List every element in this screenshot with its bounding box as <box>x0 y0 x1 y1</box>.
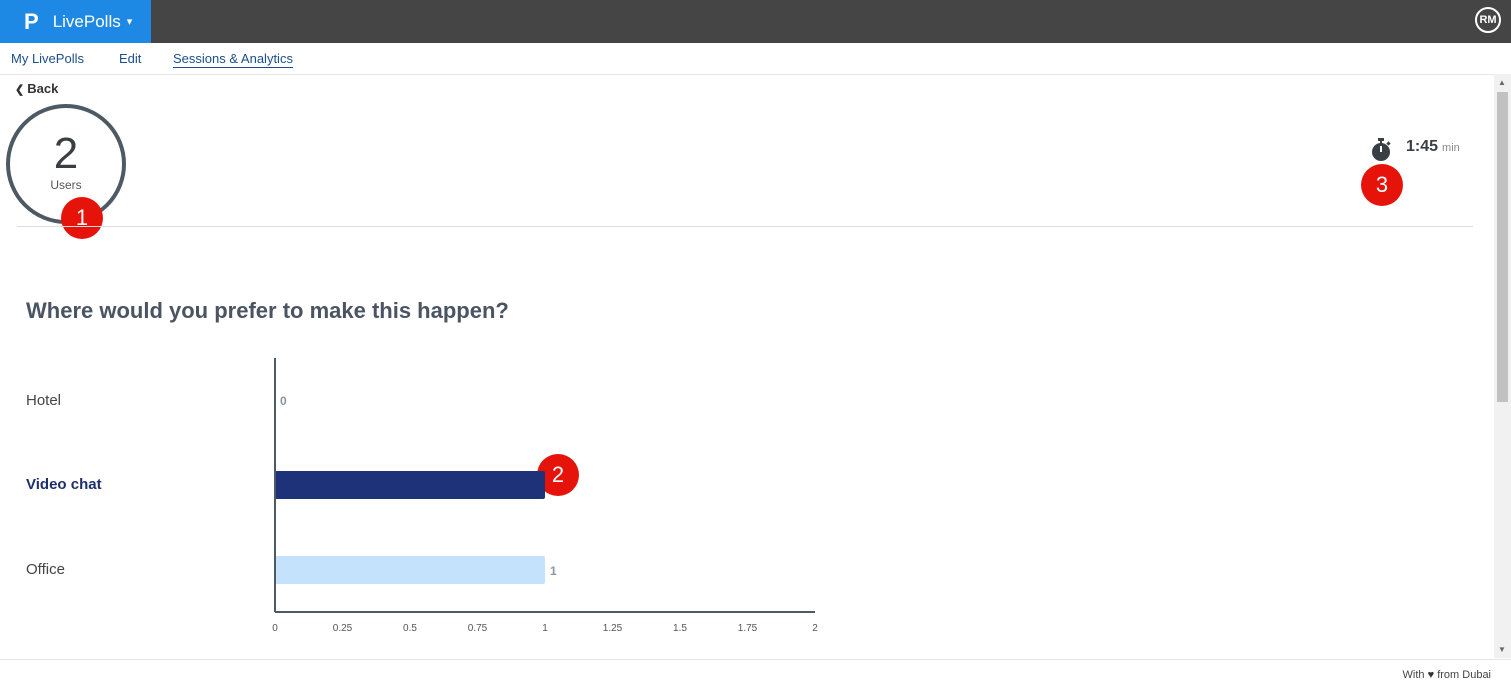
page-scrollbar[interactable]: ▲ ▼ <box>1494 74 1511 658</box>
x-tick-label: 0.75 <box>468 623 488 634</box>
footer-prefix: With <box>1402 669 1425 681</box>
x-tick-label: 0 <box>272 623 278 634</box>
scroll-up-icon[interactable]: ▲ <box>1498 78 1506 87</box>
footer-suffix: from Dubai <box>1437 669 1491 681</box>
data-label-hotel: 0 <box>280 394 287 408</box>
footer: With ♥ from Dubai <box>0 659 1511 687</box>
heart-icon: ♥ <box>1427 669 1435 681</box>
x-tick-label: 1.75 <box>738 623 758 634</box>
scroll-thumb[interactable] <box>1497 92 1508 402</box>
x-tick-label: 2 <box>812 623 818 634</box>
x-tick-label: 1.25 <box>603 623 623 634</box>
data-label-office: 1 <box>550 564 557 578</box>
bar-office <box>275 556 545 584</box>
scroll-down-icon[interactable]: ▼ <box>1498 645 1506 654</box>
x-tick-label: 1.5 <box>673 623 687 634</box>
footer-text: With ♥ from Dubai <box>1403 669 1491 681</box>
x-tick-label: 0.5 <box>403 623 417 634</box>
bar-video-chat <box>275 471 545 499</box>
results-bar-chart: 0 1 0 0.25 0.5 0.75 1 1.25 1.5 1.75 2 <box>272 358 818 634</box>
x-tick-label: 0.25 <box>333 623 353 634</box>
x-tick-label: 1 <box>542 623 548 634</box>
